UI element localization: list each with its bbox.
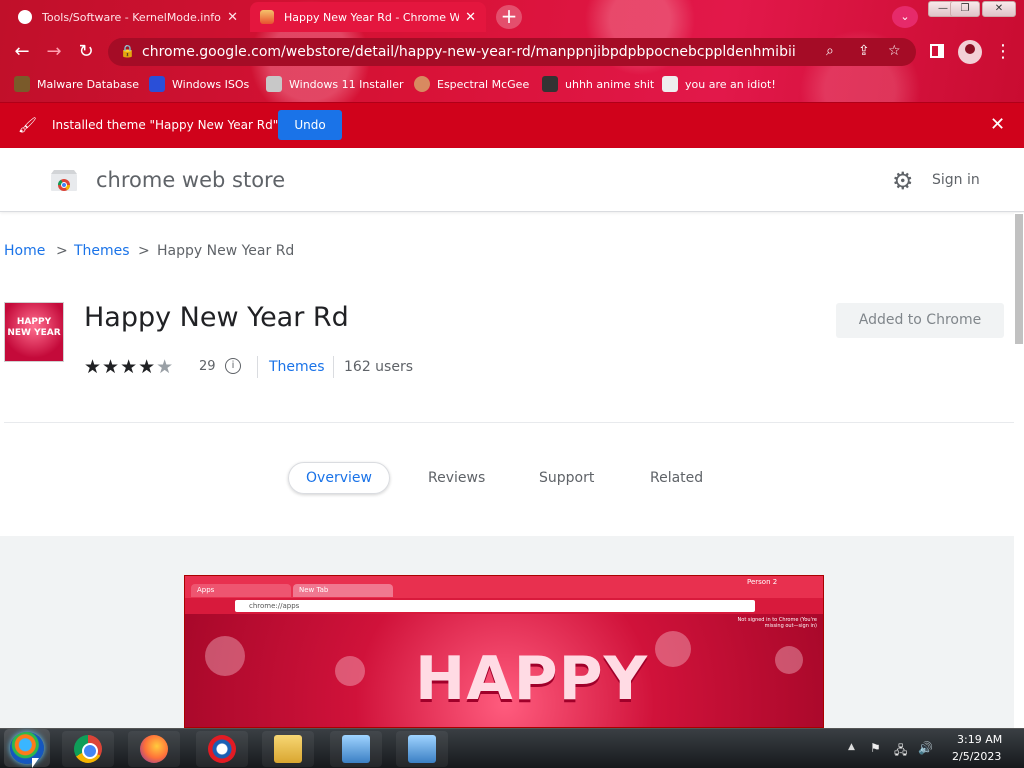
volume-icon[interactable]: 🔊 [918,741,933,755]
divider [4,422,1020,423]
close-icon[interactable]: ✕ [227,10,238,25]
scrollbar-thumb[interactable] [1015,214,1023,344]
tab-related[interactable]: Related [650,470,703,486]
screenshot-person: Person 2 [747,578,778,586]
screenshot-tab-apps: Apps [191,584,291,597]
bookmark-star-icon[interactable]: ☆ [888,43,901,59]
mouse-cursor [32,758,39,768]
bookmark-windows-isos[interactable]: Windows ISOs [149,74,249,94]
side-panel-icon[interactable] [930,44,944,58]
user-count: 162 users [344,359,414,375]
breadcrumb-current: Happy New Year Rd [157,243,295,259]
new-tab-button[interactable]: + [496,5,522,29]
tab-title: Tools/Software - KernelMode.info [42,10,221,24]
idiot-icon [662,76,678,92]
added-to-chrome-button[interactable]: Added to Chrome [836,303,1004,338]
bookmark-you-are-an-idiot[interactable]: you are an idiot! [662,74,776,94]
bookmark-windows-11-installer[interactable]: Windows 11 Installer [266,74,404,94]
network-icon[interactable]: 🖧 [894,741,907,762]
bookmark-label: uhhh anime shit [565,77,655,91]
profile-avatar-icon[interactable] [958,40,982,64]
window-close-button[interactable]: ✕ [982,1,1016,17]
theme-screenshot[interactable]: Apps New Tab Person 2 chrome://apps Not … [184,575,824,728]
bokeh-decoration [655,631,691,667]
firefox-icon [140,735,168,763]
lock-icon[interactable]: 🔒 [120,44,135,58]
menu-kebab-icon[interactable]: ⋮ [994,40,1012,64]
rating-stars: ★★★★★ [84,356,175,378]
bokeh-decoration [205,636,245,676]
tab-support[interactable]: Support [539,470,594,486]
avatar-icon [414,76,430,92]
bokeh-decoration [335,656,365,686]
tab-kernelmode[interactable]: Tools/Software - KernelMode.info ✕ [8,2,248,32]
tab-title: Happy New Year Rd - Chrome Web Store [284,10,460,24]
tab-reviews[interactable]: Reviews [428,470,485,486]
folder-icon [274,735,302,763]
globe-icon [18,10,32,24]
clock-time[interactable]: 3:19 AM [957,733,1002,746]
info-icon[interactable]: i [225,358,241,374]
computer-icon [408,735,436,763]
internet-explorer-icon [208,735,236,763]
maximize-button[interactable]: ❐ [950,1,980,17]
screenshot-not-signed-in: Not signed in to Chrome (You're missing … [737,617,817,629]
bookmark-label: Espectral McGee [437,77,530,91]
item-title: Happy New Year Rd [84,302,349,333]
bookmark-label: you are an idiot! [685,77,776,91]
chevron-right-icon: > [138,243,150,259]
search-icon[interactable]: ⌕ [826,43,834,59]
installed-message: Installed theme "Happy New Year Rd" [52,118,279,132]
screenshot-happy-text: HAPPY [415,644,649,714]
bookmark-anime[interactable]: uhhh anime shit [542,74,654,94]
rating-count[interactable]: 29 [199,359,216,374]
bookmark-espectral-mcgee[interactable]: Espectral McGee [414,74,529,94]
undo-button[interactable]: Undo [278,110,342,140]
reload-icon[interactable]: ↻ [72,38,100,66]
divider [257,356,258,378]
breadcrumb-home[interactable]: Home [4,243,45,259]
computer-icon [342,735,370,763]
tab-search-icon[interactable]: ⌄ [892,6,918,28]
category-link[interactable]: Themes [269,359,325,375]
screenshot-url: chrome://apps [235,600,755,612]
paintbrush-icon: 🖌 [18,116,38,134]
address-bar[interactable]: chrome.google.com/webstore/detail/happy-… [108,38,916,66]
webstore-logo-icon[interactable] [50,168,78,192]
theme-thumbnail: HAPPY NEW YEAR [4,302,64,362]
bookmark-label: Windows 11 Installer [289,77,404,91]
chevron-right-icon: > [56,243,68,259]
anime-icon [542,76,558,92]
tray-expand-icon[interactable]: ▲ [848,742,855,752]
close-icon[interactable]: ✕ [990,114,1005,135]
clock-date[interactable]: 2/5/2023 [952,750,1001,763]
bookmark-label: Malware Database [37,77,140,91]
bookmark-label: Windows ISOs [172,77,250,91]
screenshot-tab-newtab: New Tab [293,584,393,597]
divider [333,356,334,378]
action-center-flag-icon[interactable]: ⚑ [870,741,881,755]
tab-webstore[interactable]: Happy New Year Rd - Chrome Web Store ✕ [250,2,486,32]
chrome-icon [74,735,102,763]
store-name[interactable]: chrome web store [96,168,285,192]
back-icon[interactable]: ← [8,38,36,66]
close-icon[interactable]: ✕ [465,10,476,25]
malware-db-icon [14,76,30,92]
tab-overview[interactable]: Overview [288,462,390,494]
bokeh-decoration [775,646,803,674]
webstore-icon [260,10,274,24]
installer-icon [266,76,282,92]
x-icon [149,76,165,92]
share-icon[interactable]: ⇪ [858,43,870,59]
forward-icon[interactable]: → [40,38,68,66]
bookmark-malware-database[interactable]: Malware Database [14,74,139,94]
gear-icon[interactable]: ⚙ [892,167,914,195]
breadcrumb-themes[interactable]: Themes [74,243,130,259]
sign-in-link[interactable]: Sign in [932,172,980,188]
